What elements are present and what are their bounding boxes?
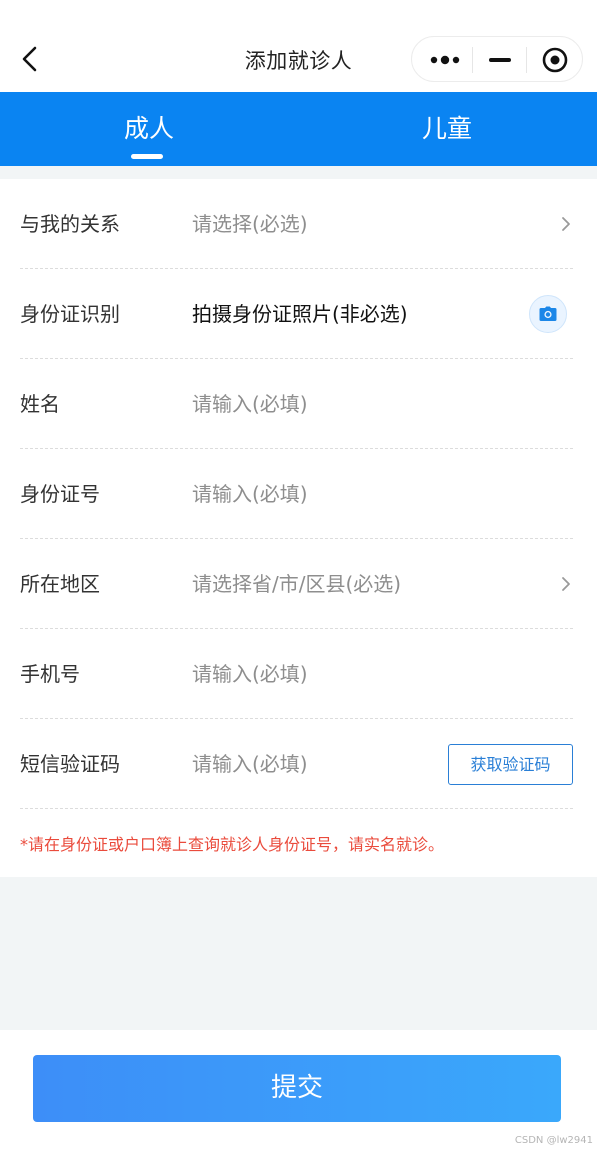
id-scan-hint[interactable]: 拍摄身份证照片(非必选): [192, 269, 408, 359]
name-label: 姓名: [20, 392, 60, 416]
get-code-button[interactable]: 获取验证码: [448, 744, 573, 785]
more-dots-icon[interactable]: [430, 54, 460, 66]
phone-label: 手机号: [20, 662, 80, 686]
tab-bar: 成人 儿童: [0, 92, 597, 166]
target-icon[interactable]: [542, 47, 568, 73]
sms-code-input[interactable]: 请输入(必填): [192, 719, 308, 809]
camera-icon: [539, 306, 557, 321]
region-label: 所在地区: [20, 572, 100, 596]
id-number-row: 身份证号 请输入(必填): [20, 449, 573, 539]
name-row: 姓名 请输入(必填): [20, 359, 573, 449]
patient-form: 与我的关系 请选择(必选) 身份证识别 拍摄身份证照片(非必选) 姓名 请输入(…: [0, 179, 597, 877]
sms-code-row: 短信验证码 请输入(必填) 获取验证码: [20, 719, 573, 809]
camera-button[interactable]: [529, 295, 567, 333]
sms-code-label: 短信验证码: [20, 752, 120, 776]
capsule-divider: [472, 47, 473, 73]
id-number-label: 身份证号: [20, 482, 100, 506]
id-scan-row[interactable]: 身份证识别 拍摄身份证照片(非必选): [20, 269, 573, 359]
relationship-label: 与我的关系: [20, 212, 120, 236]
phone-input[interactable]: 请输入(必填): [192, 629, 308, 719]
minimize-icon[interactable]: [489, 58, 511, 62]
phone-row: 手机号 请输入(必填): [20, 629, 573, 719]
submit-button[interactable]: 提交: [33, 1055, 561, 1122]
region-row[interactable]: 所在地区 请选择省/市/区县(必选): [20, 539, 573, 629]
real-name-notice: *请在身份证或户口簿上查询就诊人身份证号，请实名就诊。: [20, 835, 445, 854]
name-input[interactable]: 请输入(必填): [192, 359, 308, 449]
chevron-right-icon: [562, 217, 570, 231]
watermark: CSDN @lw2941: [514, 1135, 593, 1146]
mini-program-capsule: [411, 36, 583, 82]
id-scan-label: 身份证识别: [20, 302, 120, 326]
active-tab-indicator: [131, 154, 163, 159]
tab-child[interactable]: 儿童: [298, 92, 596, 166]
id-number-input[interactable]: 请输入(必填): [192, 449, 308, 539]
navigation-bar: 添加就诊人: [0, 0, 597, 92]
chevron-right-icon: [562, 577, 570, 591]
relationship-row[interactable]: 与我的关系 请选择(必选): [20, 179, 573, 269]
region-select[interactable]: 请选择省/市/区县(必选): [192, 539, 401, 629]
capsule-divider: [526, 47, 527, 73]
relationship-select[interactable]: 请选择(必选): [192, 179, 308, 269]
footer-bar: 提交 CSDN @lw2941: [0, 1030, 597, 1152]
